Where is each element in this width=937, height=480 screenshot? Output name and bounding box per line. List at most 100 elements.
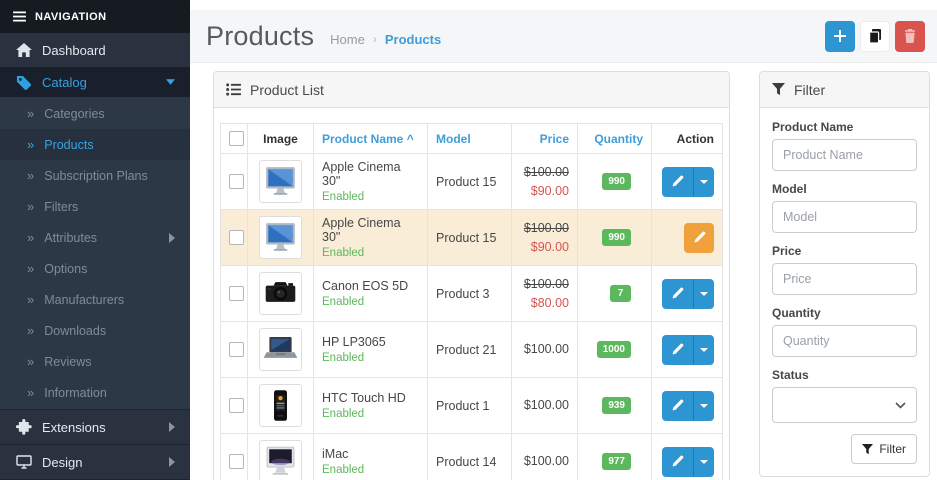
navigation-label: NAVIGATION	[35, 11, 106, 23]
edit-button[interactable]	[662, 447, 693, 477]
price-old: $100.00	[520, 163, 569, 182]
double-angle-icon: »	[27, 230, 33, 245]
add-new-button[interactable]	[825, 21, 855, 52]
product-thumbnail	[259, 272, 302, 315]
select-all-checkbox[interactable]	[229, 131, 244, 146]
edit-dropdown-toggle[interactable]	[693, 167, 714, 197]
plus-icon	[834, 30, 846, 42]
sidebar-subitem-filters[interactable]: » Filters	[0, 191, 190, 222]
caret-down-icon	[700, 460, 708, 464]
filter-input-product-name[interactable]	[772, 139, 917, 171]
edit-dropdown-toggle[interactable]	[693, 447, 714, 477]
sidebar-subitem-downloads[interactable]: » Downloads	[0, 315, 190, 346]
breadcrumb-separator: ›	[373, 32, 377, 46]
row-actions	[652, 266, 723, 322]
product-price: $100.00	[512, 434, 578, 480]
catalog-submenu: » Categories » Products » Subscription P…	[0, 97, 190, 409]
edit-dropdown-toggle[interactable]	[693, 279, 714, 309]
edit-button[interactable]	[662, 335, 693, 365]
breadcrumb-products[interactable]: Products	[385, 32, 441, 47]
product-price: $100.00	[512, 378, 578, 434]
double-angle-icon: »	[27, 168, 33, 183]
edit-dropdown-toggle[interactable]	[693, 391, 714, 421]
filter-field-quantity: Quantity	[772, 306, 917, 357]
filter-field-model: Model	[772, 182, 917, 233]
row-checkbox[interactable]	[229, 454, 244, 469]
filter-panel: Filter Product Name Model Price Quantity…	[759, 71, 930, 477]
price-old: $100.00	[520, 275, 569, 294]
row-actions	[652, 210, 723, 266]
sidebar-subitem-reviews[interactable]: » Reviews	[0, 346, 190, 377]
product-thumbnail	[259, 440, 302, 480]
caret-down-icon	[700, 348, 708, 352]
table-row: iMac Enabled Product 14 $100.00 977	[221, 434, 723, 480]
row-checkbox[interactable]	[229, 286, 244, 301]
sidebar-item-catalog[interactable]: Catalog	[0, 67, 190, 97]
product-status: Enabled	[322, 464, 419, 476]
edit-button[interactable]	[662, 167, 693, 197]
sidebar-subitem-products[interactable]: » Products	[0, 129, 190, 160]
sidebar-subitem-options[interactable]: » Options	[0, 253, 190, 284]
row-checkbox[interactable]	[229, 398, 244, 413]
row-checkbox[interactable]	[229, 342, 244, 357]
product-thumbnail	[259, 216, 302, 259]
sidebar-navigation-header: NAVIGATION	[0, 0, 190, 33]
edit-button[interactable]	[662, 279, 693, 309]
chevron-right-icon	[169, 233, 175, 243]
sidebar-item-extensions[interactable]: Extensions	[0, 410, 190, 444]
sort-product-name-link[interactable]: Product Name ^	[322, 132, 414, 146]
sidebar-subitem-information[interactable]: » Information	[0, 377, 190, 408]
filter-fields: Product Name Model Price Quantity	[772, 120, 917, 357]
sort-quantity-link[interactable]: Quantity	[594, 132, 643, 146]
status-select[interactable]	[772, 387, 917, 423]
edit-button[interactable]	[662, 391, 693, 421]
product-status: Enabled	[322, 352, 419, 364]
sidebar-subitem-subscription-plans[interactable]: » Subscription Plans	[0, 160, 190, 191]
copy-button[interactable]	[860, 21, 890, 52]
filter-button[interactable]: Filter	[851, 434, 917, 464]
sidebar-item-dashboard[interactable]: Dashboard	[0, 33, 190, 67]
row-checkbox[interactable]	[229, 174, 244, 189]
product-list-body: Image Product Name ^ Model Price Quantit…	[214, 108, 729, 480]
quantity-badge: 7	[610, 285, 631, 302]
double-angle-icon: »	[27, 385, 33, 400]
quantity-badge: 990	[602, 173, 631, 190]
filter-field-label: Model	[772, 182, 917, 196]
edit-button[interactable]	[684, 223, 714, 253]
table-row: HTC Touch HD Enabled Product 1 $100.00 9…	[221, 378, 723, 434]
table-row: Canon EOS 5D Enabled Product 3 $100.00$8…	[221, 266, 723, 322]
sidebar-item-design[interactable]: Design	[0, 445, 190, 479]
filter-input-price[interactable]	[772, 263, 917, 295]
row-checkbox[interactable]	[229, 230, 244, 245]
filter-status-label: Status	[772, 368, 917, 382]
sidebar-subitem-attributes[interactable]: » Attributes	[0, 222, 190, 253]
price-special: $90.00	[520, 182, 569, 201]
filter-body: Product Name Model Price Quantity Status	[760, 108, 929, 476]
column-image: Image	[248, 124, 314, 154]
product-status: Enabled	[322, 296, 419, 308]
table-row: HP LP3065 Enabled Product 21 $100.00 100…	[221, 322, 723, 378]
edit-dropdown-toggle[interactable]	[693, 335, 714, 365]
quantity-badge: 990	[602, 229, 631, 246]
edit-button-group	[662, 391, 714, 421]
delete-button[interactable]	[895, 21, 925, 52]
sidebar-subitem-categories[interactable]: » Categories	[0, 98, 190, 129]
double-angle-icon: »	[27, 137, 33, 152]
breadcrumb-home[interactable]: Home	[330, 32, 365, 47]
product-status: Enabled	[322, 191, 419, 203]
filter-input-model[interactable]	[772, 201, 917, 233]
sort-asc-indicator: ^	[407, 132, 414, 146]
filter-input-quantity[interactable]	[772, 325, 917, 357]
product-thumbnail	[259, 160, 302, 203]
sidebar-subitem-manufacturers[interactable]: » Manufacturers	[0, 284, 190, 315]
product-list-panel: Product List Image Product Name ^	[213, 71, 730, 480]
funnel-icon	[772, 83, 785, 96]
row-actions	[652, 378, 723, 434]
trash-icon	[904, 29, 916, 43]
chevron-right-icon	[169, 422, 175, 432]
sort-price-link[interactable]: Price	[540, 132, 569, 146]
double-angle-icon: »	[27, 292, 33, 307]
product-price: $100.00$90.00	[512, 154, 578, 210]
sort-model-link[interactable]: Model	[436, 132, 471, 146]
chevron-down-icon	[895, 402, 906, 409]
